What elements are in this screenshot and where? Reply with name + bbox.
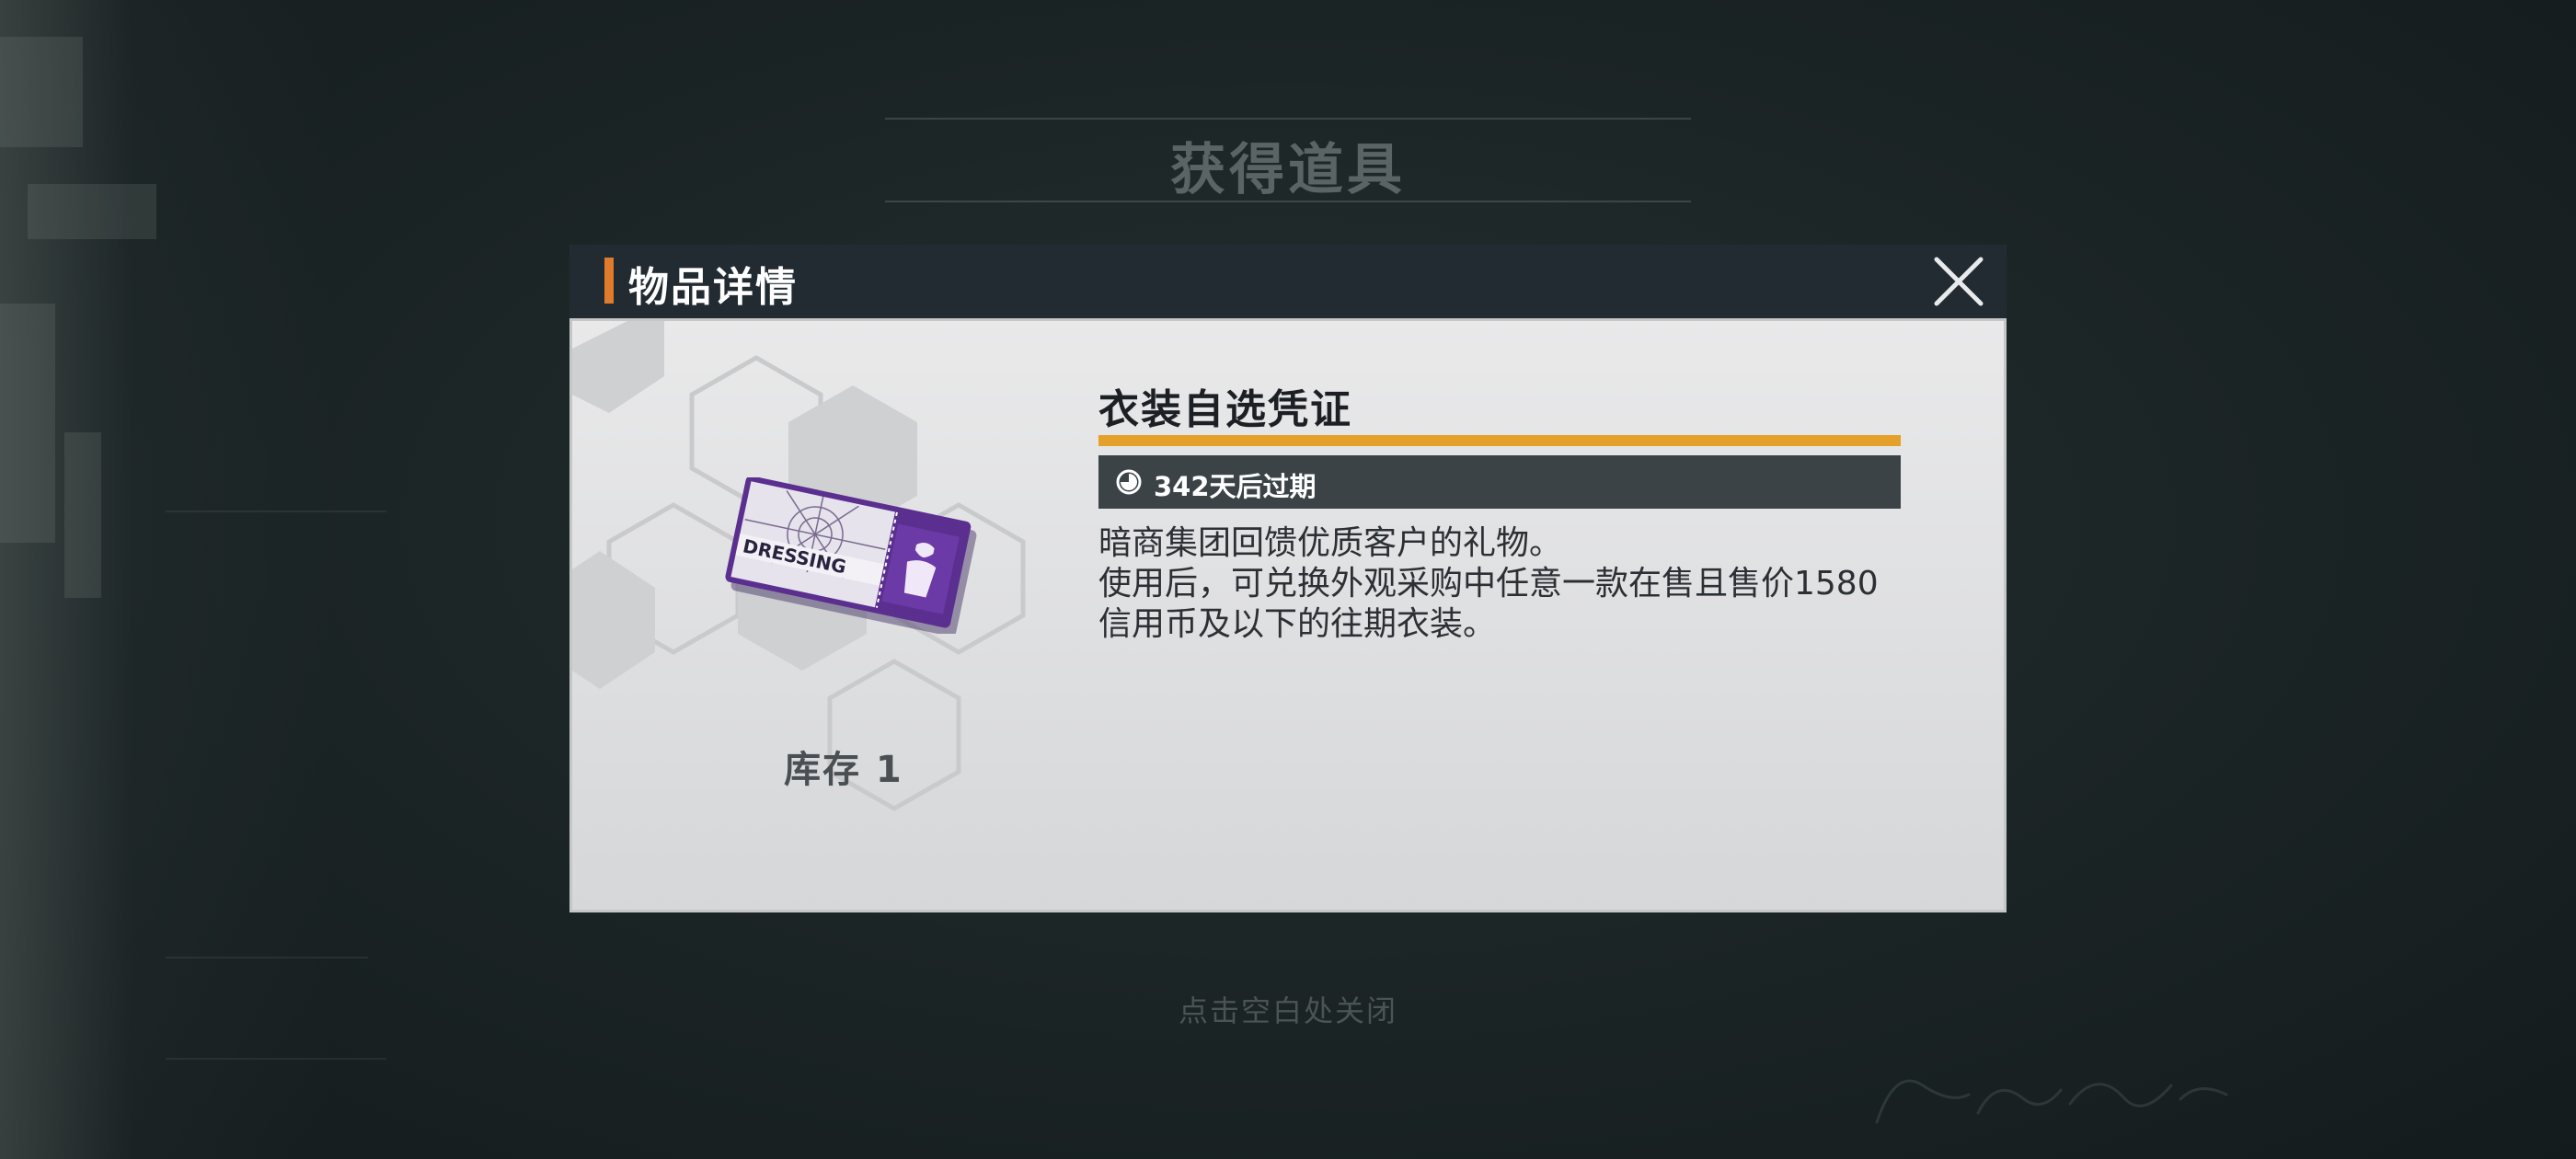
glitch-block xyxy=(0,304,55,543)
item-description: 暗商集团回馈优质客户的礼物。 使用后，可兑换外观采购中任意一款在售且售价1580… xyxy=(1098,524,1879,643)
bg-line xyxy=(166,511,386,512)
glitch-block xyxy=(64,432,101,598)
expiration-text: 342天后过期 xyxy=(1154,471,1317,502)
close-icon xyxy=(1934,257,1984,306)
title-rule-top xyxy=(885,118,1691,120)
close-button[interactable] xyxy=(1929,252,1988,311)
item-icon: DRESSING xyxy=(719,476,977,637)
dialog-header: 物品详情 xyxy=(569,245,2007,318)
glitch-block xyxy=(0,37,83,147)
header-accent-bar xyxy=(604,258,614,304)
dressing-ticket-icon: DRESSING xyxy=(725,476,977,637)
expiration-badge: 342天后过期 xyxy=(1098,455,1901,509)
overlay-title-area: 获得道具 xyxy=(885,118,1691,202)
rarity-bar xyxy=(1098,435,1901,446)
dialog-title: 物品详情 xyxy=(628,264,798,311)
item-detail-dialog: 物品详情 DRESSING 库存 1 衣装自选凭证 342天后过期 暗商集团回馈… xyxy=(569,245,2007,912)
overlay-title: 获得道具 xyxy=(1170,138,1406,202)
title-rule-bottom xyxy=(885,201,1691,202)
stock-count: 库存 1 xyxy=(784,749,903,791)
clock-icon xyxy=(1116,469,1142,495)
bg-line xyxy=(166,957,368,958)
signature-watermark xyxy=(1875,1079,2228,1124)
background-glitch-overlay xyxy=(0,0,331,1159)
close-hint: 点击空白处关闭 xyxy=(1178,993,1397,1028)
item-name: 衣装自选凭证 xyxy=(1098,386,1352,433)
glitch-block xyxy=(28,184,156,239)
bg-line xyxy=(166,1058,386,1060)
dialog-body: DRESSING 库存 1 衣装自选凭证 342天后过期 暗商集团回馈优质客户的… xyxy=(569,318,2007,912)
